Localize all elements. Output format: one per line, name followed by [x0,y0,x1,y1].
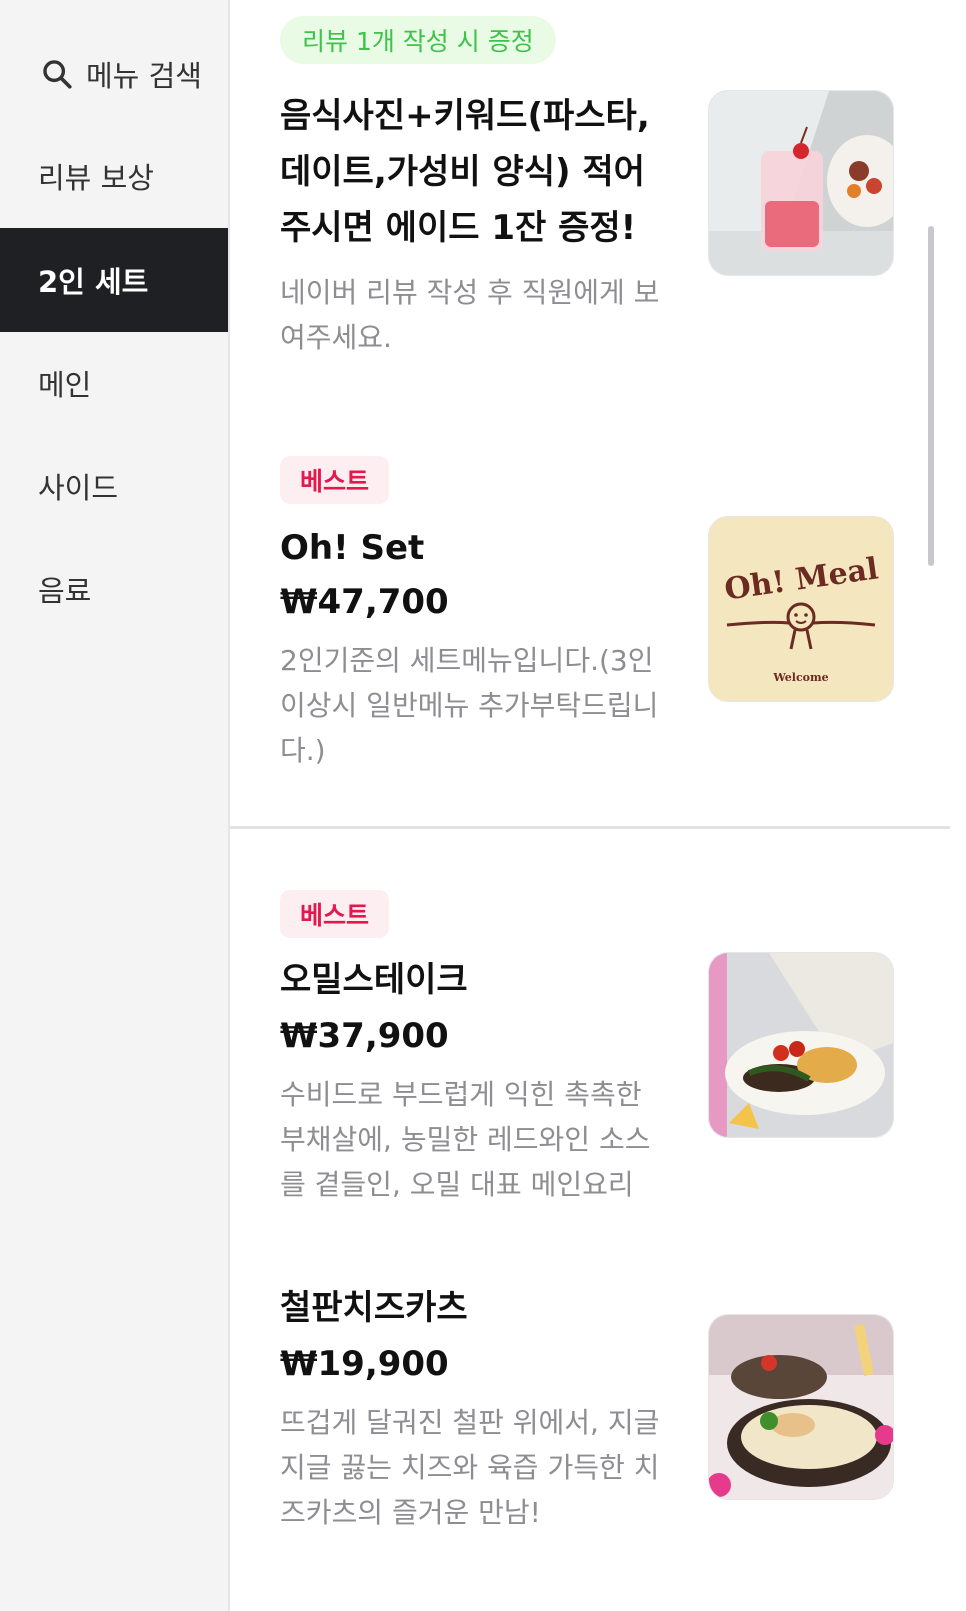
oh-meal-logo-image: Oh! Meal Welcome [708,516,894,702]
review-reward-badge: 리뷰 1개 작성 시 증정 [280,16,556,64]
menu-item-title: 오밀스테이크 [280,960,468,1000]
menu-item-price: ₩37,900 [280,1016,449,1056]
sidebar-item-side[interactable]: 사이드 [0,434,228,538]
sidebar-item-review-reward[interactable]: 리뷰 보상 [0,124,228,228]
sidebar-item-label: 리뷰 보상 [38,161,154,195]
menu-search-button[interactable]: 메뉴 검색 [40,52,202,96]
menu-item-description: 2인기준의 세트메뉴입니다.(3인이상시 일반메뉴 추가부탁드립니다.) [280,644,659,767]
sidebar-item-label: 음료 [38,574,92,608]
cheese-katsu-photo [708,1314,894,1500]
best-badge: 베스트 [280,456,390,504]
sidebar-item-label: 메인 [38,368,92,402]
menu-item-description: 뜨겁게 달궈진 철판 위에서, 지글지글 끓는 치즈와 육즙 가득한 치즈카츠의… [280,1406,660,1529]
scrollbar[interactable] [928,226,934,566]
steak-photo [708,952,894,1138]
menu-search-label: 메뉴 검색 [86,59,202,93]
section-divider [230,826,950,829]
menu-item-title: Oh! Set [280,528,425,568]
search-icon [43,60,72,89]
ade-drink-photo [708,90,894,276]
category-sidebar: 메뉴 검색 리뷰 보상 2인 세트 메인 사이드 음료 [0,0,230,1611]
sidebar-item-main[interactable]: 메인 [0,331,228,435]
sidebar-item-drinks[interactable]: 음료 [0,537,228,641]
menu-item-description: 네이버 리뷰 작성 후 직원에게 보여주세요. [280,276,660,354]
sidebar-item-two-person-set[interactable]: 2인 세트 [0,228,228,332]
sidebar-item-label: 2인 세트 [38,265,149,299]
oh-meal-welcome-text: Welcome [772,671,828,684]
best-badge: 베스트 [280,890,390,938]
sidebar-item-label: 사이드 [38,471,119,505]
menu-item-title: 철판치즈카츠 [280,1288,468,1328]
menu-item-price: ₩19,900 [280,1344,449,1384]
menu-item-description: 수비드로 부드럽게 익힌 촉촉한 부채살에, 농밀한 레드와인 소스를 곁들인,… [280,1078,651,1201]
menu-list: 리뷰 1개 작성 시 증정 음식사진+키워드(파스타, 데이트,가성비 양식) … [230,0,966,1611]
menu-item-price: ₩47,700 [280,582,449,622]
menu-item-title: 음식사진+키워드(파스타, 데이트,가성비 양식) 적어주시면 에이드 1잔 증… [280,96,650,248]
